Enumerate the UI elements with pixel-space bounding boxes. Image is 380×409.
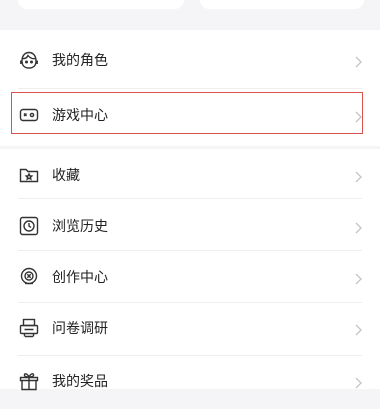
menu-item-label: 我的奖品	[52, 373, 108, 390]
clock-icon	[18, 215, 40, 237]
menu-item-label: 收藏	[52, 167, 80, 184]
menu-item-label: 游戏中心	[52, 107, 108, 124]
character-face-icon	[18, 49, 40, 71]
top-strip	[0, 0, 380, 30]
menu-item-my-character[interactable]: 我的角色	[0, 31, 380, 88]
chevron-right-icon	[354, 108, 363, 122]
menu-item-label: 我的角色	[52, 52, 108, 69]
menu-item-creation-center[interactable]: 创作中心	[0, 248, 380, 305]
chevron-right-icon	[354, 53, 363, 67]
chevron-right-icon	[354, 321, 363, 335]
chevron-right-icon	[354, 219, 363, 233]
top-card-left[interactable]	[18, 0, 184, 9]
menu-item-my-prizes[interactable]: 我的奖品	[0, 352, 380, 409]
menu-group-2: 收藏 浏览历史 创作中心 问卷调研 我的奖品	[0, 146, 380, 390]
top-card-right[interactable]	[200, 0, 364, 9]
menu-item-label: 创作中心	[52, 269, 108, 286]
menu-group-1: 我的角色 游戏中心	[0, 30, 380, 146]
menu-item-survey[interactable]: 问卷调研	[0, 299, 380, 356]
menu-item-label: 浏览历史	[52, 218, 108, 235]
menu-item-favorites[interactable]: 收藏	[0, 146, 380, 203]
chevron-right-icon	[354, 168, 363, 182]
star-folder-icon	[18, 164, 40, 186]
menu-item-game-center[interactable]: 游戏中心	[0, 86, 380, 143]
gift-icon	[18, 370, 40, 392]
creation-badge-icon	[18, 266, 40, 288]
game-controller-icon	[18, 104, 40, 126]
chevron-right-icon	[354, 270, 363, 284]
menu-item-label: 问卷调研	[52, 320, 108, 337]
survey-printer-icon	[18, 317, 40, 339]
menu-item-browsing-history[interactable]: 浏览历史	[0, 197, 380, 254]
chevron-right-icon	[354, 374, 363, 388]
